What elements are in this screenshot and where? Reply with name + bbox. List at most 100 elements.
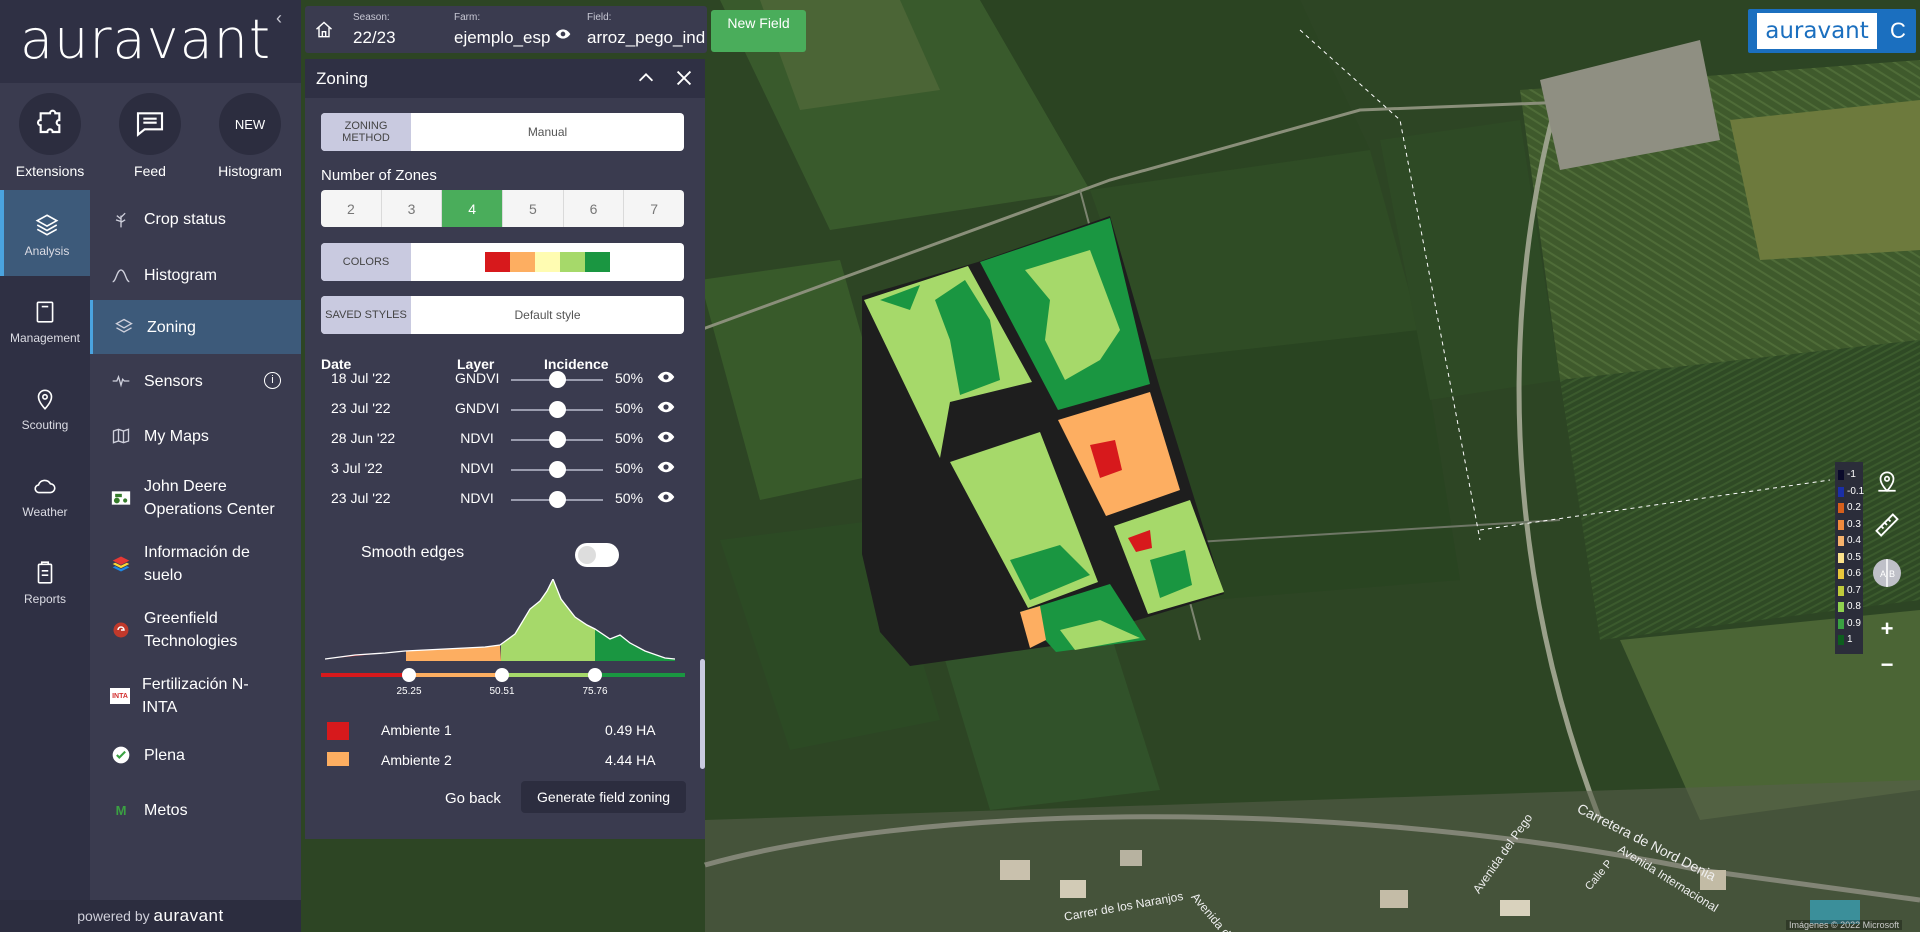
generate-field-zoning-button[interactable]: Generate field zoning	[521, 781, 686, 813]
saved-styles-select[interactable]: SAVED STYLES Default style	[321, 296, 684, 334]
zone-count-button[interactable]: 6	[564, 190, 625, 227]
nav-plena[interactable]: Plena	[90, 740, 301, 770]
collapse-sidebar-button[interactable]: ‹	[276, 8, 282, 29]
eye-icon[interactable]	[657, 400, 675, 414]
sidebar: auravant ‹ Extensions Feed NEW Histogram	[0, 0, 301, 932]
go-back-button[interactable]: Go back	[445, 790, 501, 807]
nav-greenfield[interactable]: Greenfield Technologies	[90, 606, 301, 654]
legend-color	[1838, 569, 1844, 579]
category-label: Reports	[23, 592, 67, 606]
legend-label: 1	[1847, 634, 1853, 645]
close-icon[interactable]	[673, 67, 695, 89]
zone-count-button-selected[interactable]: 4	[442, 190, 504, 227]
legend-color	[1838, 635, 1844, 645]
notebook-icon	[36, 301, 54, 323]
nav-metos[interactable]: M Metos	[90, 795, 301, 825]
powered-by-footer: powered by auravant	[0, 900, 301, 932]
new-field-button[interactable]: New Field	[711, 10, 806, 52]
nav-my-maps[interactable]: My Maps	[90, 421, 301, 451]
home-icon	[316, 21, 332, 37]
zone-count-button[interactable]: 5	[503, 190, 564, 227]
home-button[interactable]	[305, 6, 343, 53]
location-pin-tool[interactable]	[1867, 461, 1907, 501]
nav-label: Sensors	[144, 372, 203, 390]
nav-informacion-suelo[interactable]: Información de suelo	[90, 540, 301, 588]
nav-label: Zoning	[147, 318, 196, 336]
layer-row: 28 Jun '22 NDVI 50%	[305, 428, 705, 452]
threshold-label: 50.51	[489, 686, 514, 697]
auravant-badge-logo: auravant	[1757, 13, 1877, 49]
zone-color-swatch	[327, 752, 349, 766]
soil-icon	[110, 553, 132, 575]
nav-john-deere[interactable]: John Deere Operations Center	[90, 474, 301, 522]
nav-sensors[interactable]: Sensors i	[90, 366, 301, 396]
zone-count-button[interactable]: 2	[321, 190, 382, 227]
nav-zoning[interactable]: Zoning	[90, 300, 301, 354]
legend-item: 0.2	[1838, 501, 1863, 515]
auravant-logo: auravant	[20, 8, 272, 71]
field-selector[interactable]: Field: arroz_pego_ind	[587, 6, 707, 53]
smooth-edges-toggle[interactable]	[575, 543, 619, 567]
category-scouting[interactable]: Scouting	[0, 364, 90, 450]
threshold-range-slider[interactable]: 25.25 50.51 75.76	[321, 663, 685, 697]
zone-count-button[interactable]: 7	[624, 190, 684, 227]
layer-index: NDVI	[460, 460, 494, 476]
map-icon	[110, 425, 132, 447]
compare-tool[interactable]: AB	[1867, 553, 1907, 593]
eye-icon[interactable]	[555, 27, 571, 41]
legend-label: 0.3	[1847, 518, 1861, 530]
zoom-out-button[interactable]: −	[1870, 649, 1904, 681]
eye-icon[interactable]	[657, 430, 675, 444]
category-analysis[interactable]: Analysis	[0, 190, 90, 276]
user-menu-button[interactable]: C	[1880, 9, 1916, 53]
chevron-up-icon[interactable]	[635, 67, 657, 89]
panel-scrollbar[interactable]	[700, 659, 705, 769]
zone-row[interactable]: Ambiente 1 0.49 HA	[305, 716, 700, 746]
eye-icon[interactable]	[657, 460, 675, 474]
category-management[interactable]: Management	[0, 277, 90, 363]
field-value: arroz_pego_ind	[587, 28, 706, 47]
incidence-slider-handle[interactable]	[548, 371, 566, 388]
extensions-button[interactable]: Extensions	[5, 93, 95, 179]
legend-label: 0.8	[1847, 601, 1861, 612]
incidence-slider-handle[interactable]	[548, 431, 566, 448]
feed-button[interactable]: Feed	[105, 93, 195, 179]
color-swatches	[411, 243, 684, 281]
threshold-label: 75.76	[582, 686, 607, 697]
legend-item: 0.5	[1838, 551, 1863, 565]
zone-row[interactable]: Ambiente 2 4.44 HA	[305, 746, 700, 766]
analysis-tools-list: Crop status Histogram Zoning Sensors i M…	[90, 190, 301, 900]
nav-histogram[interactable]: Histogram	[90, 260, 301, 290]
measure-tool[interactable]	[1867, 505, 1907, 545]
incidence-value: 50%	[615, 400, 644, 416]
legend-color	[1838, 602, 1844, 612]
farm-selector[interactable]: Farm: ejemplo_esp	[454, 6, 571, 53]
info-icon[interactable]: i	[264, 372, 281, 389]
incidence-slider-handle[interactable]	[548, 401, 566, 418]
layer-row: 3 Jul '22 NDVI 50%	[305, 458, 705, 482]
nav-crop-status[interactable]: Crop status	[90, 204, 301, 234]
eye-icon[interactable]	[657, 490, 675, 504]
layer-row: 23 Jul '22 GNDVI 50%	[305, 398, 705, 422]
nav-fertilizacion-inta[interactable]: INTA Fertilización N-INTA	[90, 672, 301, 720]
incidence-slider-handle[interactable]	[548, 461, 566, 478]
zone-color-swatch	[327, 722, 349, 740]
check-icon	[110, 744, 132, 766]
histogram-quick-button[interactable]: NEW Histogram	[205, 93, 295, 179]
zoning-method-select[interactable]: ZONING METHOD Manual	[321, 113, 684, 151]
greenfield-icon	[110, 619, 132, 641]
zoom-in-button[interactable]: +	[1870, 613, 1904, 645]
season-selector[interactable]: Season: 22/23	[353, 6, 433, 53]
incidence-slider-handle[interactable]	[548, 491, 566, 508]
ruler-icon	[1875, 513, 1899, 537]
location-pin-icon	[1878, 471, 1896, 492]
zone-name: Ambiente 2	[381, 752, 452, 766]
layer-date: 28 Jun '22	[331, 430, 396, 446]
eye-icon[interactable]	[657, 370, 675, 384]
zone-count-button[interactable]: 3	[382, 190, 443, 227]
category-label: Weather	[22, 505, 68, 519]
season-value: 22/23	[353, 28, 396, 47]
colors-select[interactable]: COLORS	[321, 243, 684, 281]
category-reports[interactable]: Reports	[0, 538, 90, 624]
category-weather[interactable]: Weather	[0, 451, 90, 537]
